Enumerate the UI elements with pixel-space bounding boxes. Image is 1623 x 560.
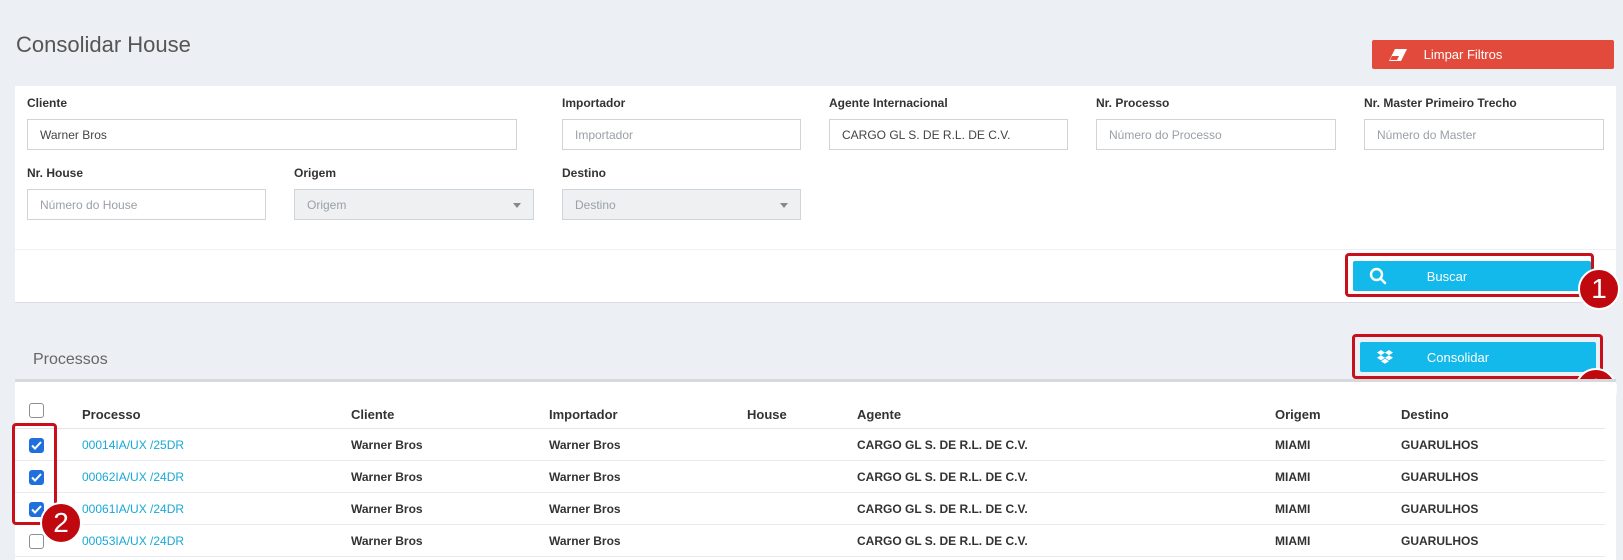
cliente-label: Cliente xyxy=(27,96,68,110)
importador-input[interactable]: Importador xyxy=(562,119,801,150)
column-header-cliente: Cliente xyxy=(351,407,395,422)
origem-select[interactable]: Origem xyxy=(294,189,534,220)
nr-house-field: Nr. House Número do House xyxy=(27,166,266,220)
eraser-icon xyxy=(1388,48,1408,62)
row-checkbox[interactable] xyxy=(29,534,44,549)
processo-link[interactable]: 00014IA/UX /25DR xyxy=(82,438,184,452)
destino-cell: GUARULHOS xyxy=(1401,470,1479,484)
nr-house-label: Nr. House xyxy=(27,166,84,180)
nr-master-input[interactable]: Número do Master xyxy=(1364,119,1604,150)
importador-cell: Warner Bros xyxy=(549,470,621,484)
nr-processo-input[interactable]: Número do Processo xyxy=(1096,119,1336,150)
nr-master-field: Nr. Master Primeiro Trecho Número do Mas… xyxy=(1364,96,1604,150)
callout-number-1: 1 xyxy=(1578,268,1620,310)
agente-cell: CARGO GL S. DE R.L. DE C.V. xyxy=(857,502,1028,516)
column-header-importador: Importador xyxy=(549,407,618,422)
chevron-down-icon xyxy=(780,203,788,208)
destino-cell: GUARULHOS xyxy=(1401,438,1479,452)
origem-selected: Origem xyxy=(307,197,347,212)
column-header-house: House xyxy=(747,407,787,422)
table-header: Processo Cliente Importador House Agente… xyxy=(15,382,1605,429)
column-header-origem: Origem xyxy=(1275,407,1321,422)
column-header-agente: Agente xyxy=(857,407,902,422)
cliente-cell: Warner Bros xyxy=(351,438,423,452)
cliente-input[interactable]: Warner Bros xyxy=(27,119,517,150)
importador-label: Importador xyxy=(562,96,626,110)
cliente-cell: Warner Bros xyxy=(351,502,423,516)
origem-field: Origem Origem xyxy=(294,166,534,220)
agente-cell: CARGO GL S. DE R.L. DE C.V. xyxy=(857,470,1028,484)
clear-filters-button[interactable]: Limpar Filtros xyxy=(1372,40,1614,69)
destino-label: Destino xyxy=(562,166,607,180)
origem-cell: MIAMI xyxy=(1275,470,1311,484)
agente-cell: CARGO GL S. DE R.L. DE C.V. xyxy=(857,438,1028,452)
callout-box-3 xyxy=(1352,334,1603,379)
destino-cell: GUARULHOS xyxy=(1401,502,1479,516)
callout-number-2: 2 xyxy=(40,502,82,544)
importador-field: Importador Importador xyxy=(562,96,801,150)
cliente-cell: Warner Bros xyxy=(351,534,423,548)
table-row: 00014IA/UX /25DR Warner Bros Warner Bros… xyxy=(15,429,1605,461)
table-row: 00061IA/UX /24DR Warner Bros Warner Bros… xyxy=(15,493,1605,525)
nr-house-input[interactable]: Número do House xyxy=(27,189,266,220)
importador-cell: Warner Bros xyxy=(549,502,621,516)
processos-title: Processos xyxy=(33,351,108,368)
agente-field: Agente Internacional CARGO GL S. DE R.L.… xyxy=(829,96,1068,150)
origem-label: Origem xyxy=(294,166,337,180)
nr-master-label: Nr. Master Primeiro Trecho xyxy=(1364,96,1517,110)
processos-table: Processo Cliente Importador House Agente… xyxy=(15,379,1616,560)
processo-link[interactable]: 00053IA/UX /24DR xyxy=(82,534,184,548)
chevron-down-icon xyxy=(513,203,521,208)
processo-link[interactable]: 00061IA/UX /24DR xyxy=(82,502,184,516)
importador-cell: Warner Bros xyxy=(549,534,621,548)
destino-cell: GUARULHOS xyxy=(1401,534,1479,548)
column-header-processo: Processo xyxy=(82,407,141,422)
column-header-destino: Destino xyxy=(1401,407,1449,422)
table-row: 00053IA/UX /24DR Warner Bros Warner Bros… xyxy=(15,525,1605,557)
page-title: Consolidar House xyxy=(16,32,191,57)
processo-link[interactable]: 00062IA/UX /24DR xyxy=(82,470,184,484)
select-all-checkbox[interactable] xyxy=(29,403,44,418)
clear-filters-label: Limpar Filtros xyxy=(1423,47,1503,62)
agente-cell: CARGO GL S. DE R.L. DE C.V. xyxy=(857,534,1028,548)
cliente-cell: Warner Bros xyxy=(351,470,423,484)
origem-cell: MIAMI xyxy=(1275,438,1311,452)
nr-processo-field: Nr. Processo Número do Processo xyxy=(1096,96,1336,150)
callout-box-1 xyxy=(1345,253,1594,297)
nr-processo-label: Nr. Processo xyxy=(1096,96,1170,110)
destino-field: Destino Destino xyxy=(562,166,801,220)
agente-input[interactable]: CARGO GL S. DE R.L. DE C.V. xyxy=(829,119,1068,150)
destino-selected: Destino xyxy=(575,197,616,212)
agente-label: Agente Internacional xyxy=(829,96,948,110)
table-row: 00062IA/UX /24DR Warner Bros Warner Bros… xyxy=(15,461,1605,493)
origem-cell: MIAMI xyxy=(1275,534,1311,548)
filters-divider xyxy=(15,249,1616,250)
importador-cell: Warner Bros xyxy=(549,438,621,452)
cliente-field: Cliente Warner Bros xyxy=(27,96,517,150)
origem-cell: MIAMI xyxy=(1275,502,1311,516)
destino-select[interactable]: Destino xyxy=(562,189,801,220)
